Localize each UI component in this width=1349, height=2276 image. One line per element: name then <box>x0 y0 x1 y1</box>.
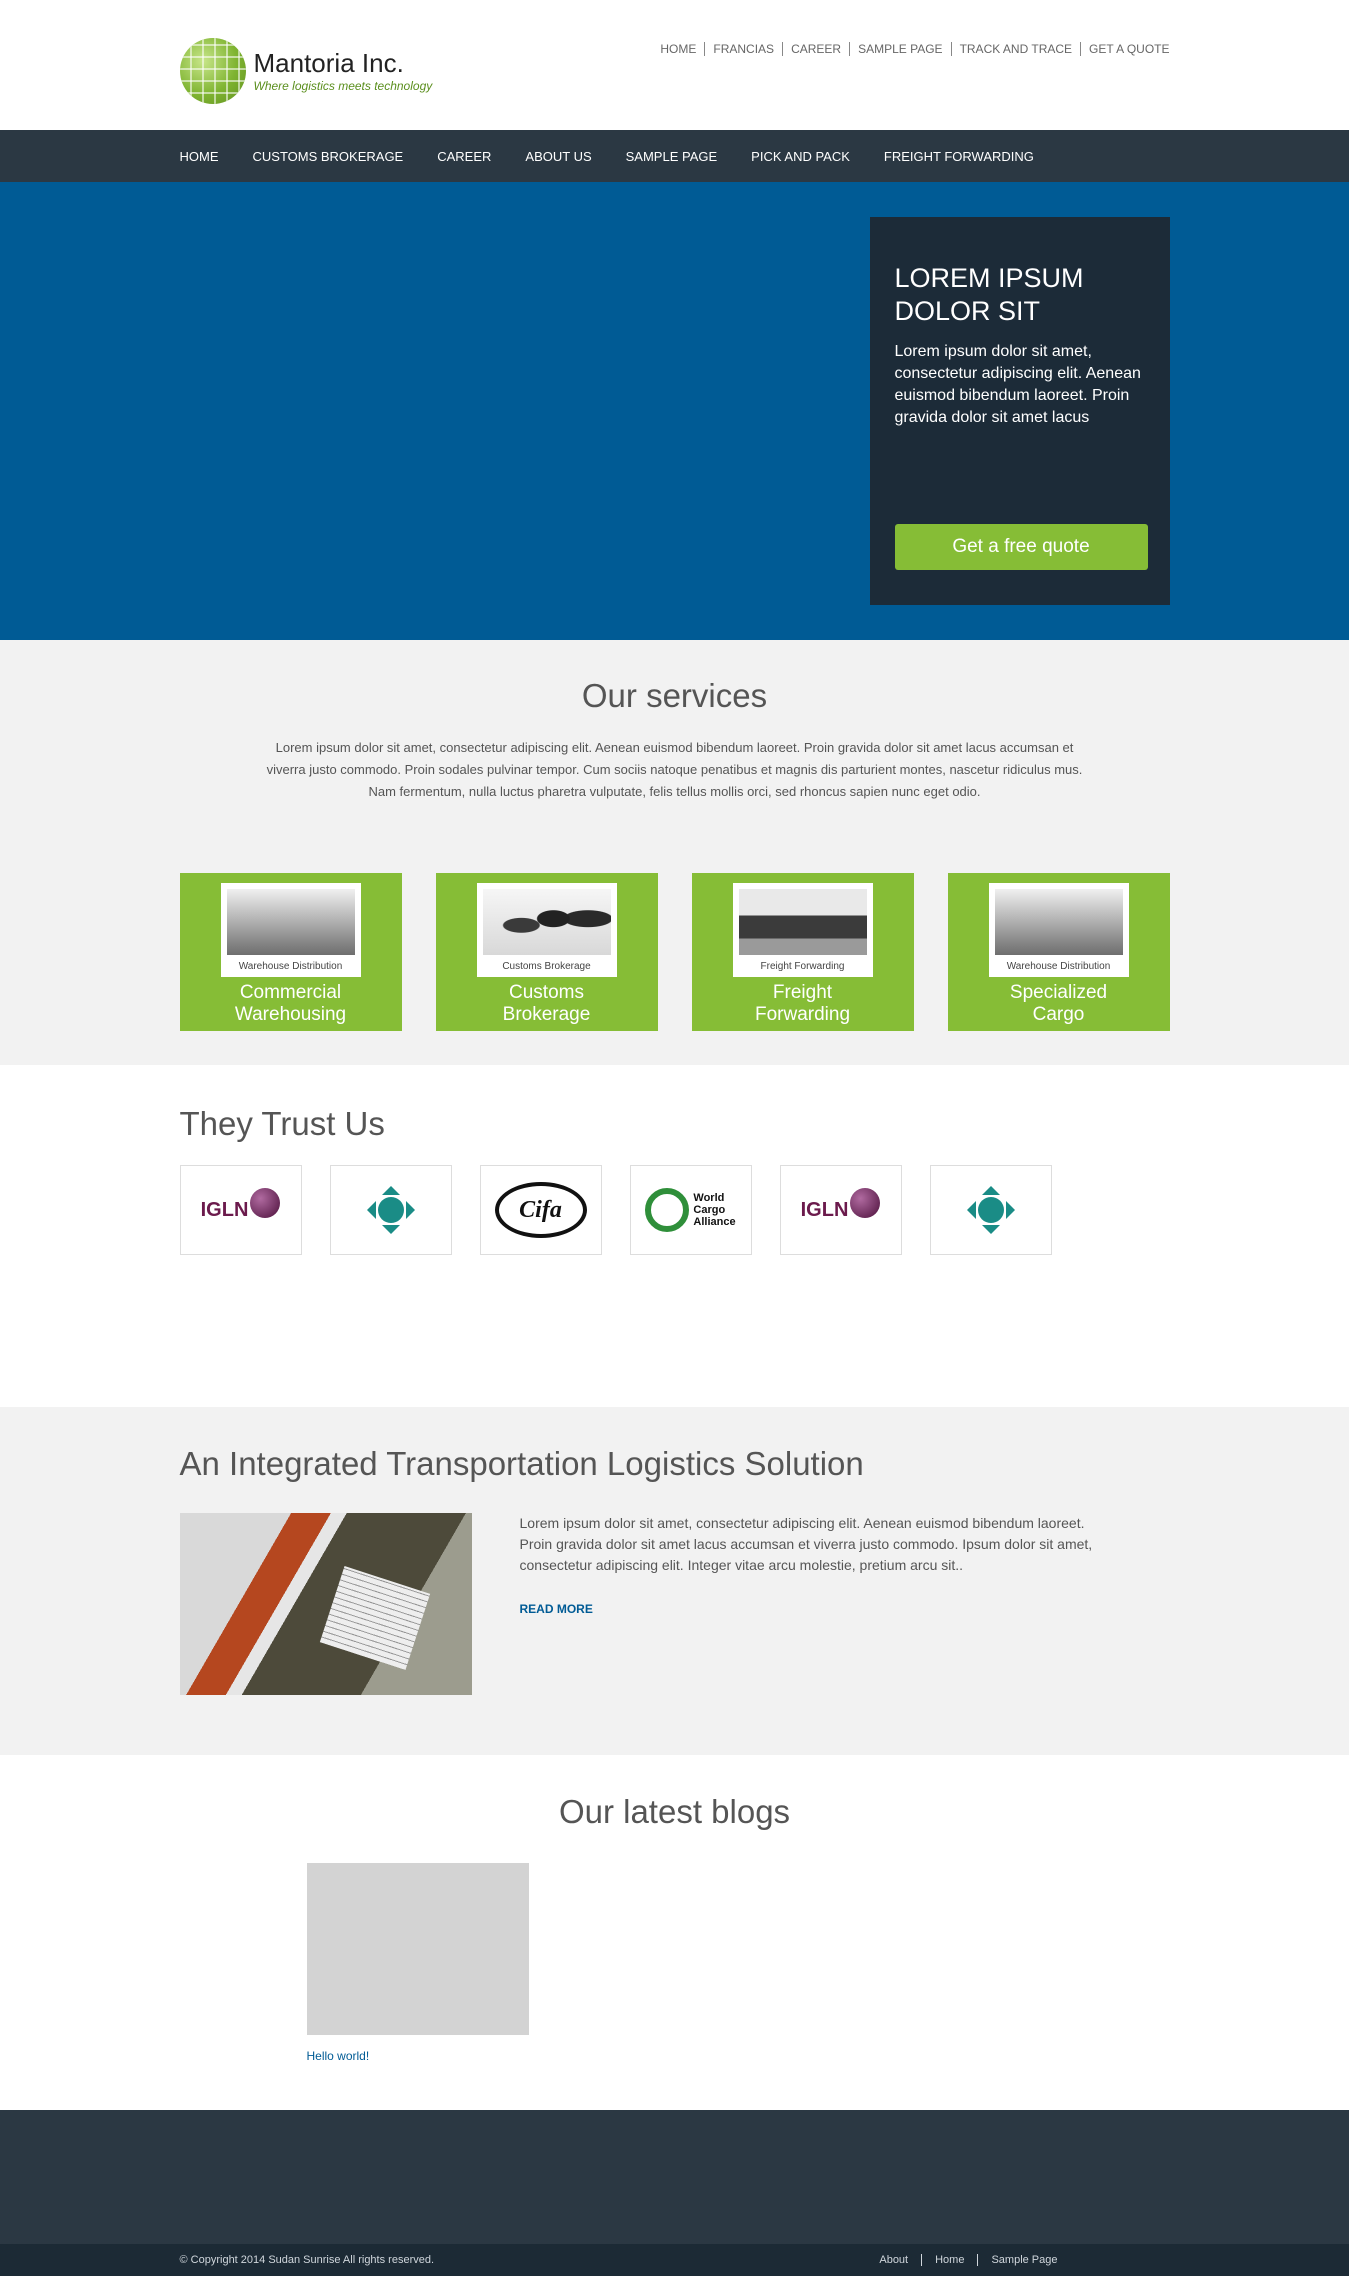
service-thumbnail: Freight Forwarding <box>732 883 873 977</box>
partner-logo-world-cargo-alliance[interactable]: World Cargo Alliance <box>629 1165 752 1255</box>
brand-tagline: Where logistics meets technology <box>253 78 433 93</box>
service-thumbnail-caption: Warehouse Distribution <box>238 961 343 972</box>
hero-callout: LOREM IPSUM DOLOR SIT Lorem ipsum dolor … <box>869 217 1170 605</box>
service-card-specialized-cargo[interactable]: Warehouse Distribution Specialized Cargo <box>947 873 1170 1031</box>
igln-logo-icon: IGLN <box>200 1188 281 1222</box>
blogs-section: Our latest blogs Hello world! <box>0 1755 1349 2110</box>
service-thumbnail-caption: Customs Brokerage <box>502 961 591 972</box>
world-cargo-alliance-logo-icon: World Cargo Alliance <box>645 1188 736 1232</box>
service-card-title-line: Commercial <box>239 982 342 1003</box>
blog-post-thumbnail[interactable] <box>306 1863 529 2035</box>
service-card-title-line: Forwarding <box>754 1004 851 1025</box>
top-nav: HOME FRANCIAS CAREER SAMPLE PAGE TRACK A… <box>652 42 1170 56</box>
service-cards: Warehouse Distribution Commercial Wareho… <box>179 873 1170 1031</box>
service-card-title-line: Brokerage <box>502 1004 591 1025</box>
topnav-home[interactable]: HOME <box>652 42 706 56</box>
clipboard-worker-photo <box>179 1513 472 1695</box>
partner-logo-cifa[interactable]: Cifa <box>479 1165 602 1255</box>
service-thumbnail: Warehouse Distribution <box>220 883 361 977</box>
service-card-title-line: Specialized <box>1009 982 1108 1003</box>
mainnav-sample-page[interactable]: SAMPLE PAGE <box>626 149 718 164</box>
site-footer <box>0 2110 1349 2244</box>
mainnav-customs-brokerage[interactable]: CUSTOMS BROKERAGE <box>253 149 404 164</box>
brand-name: Mantoria Inc. <box>253 47 404 78</box>
service-thumbnail: Warehouse Distribution <box>988 883 1129 977</box>
service-thumbnail: Customs Brokerage <box>476 883 617 977</box>
topnav-career[interactable]: CAREER <box>783 42 851 56</box>
hero-text: Lorem ipsum dolor sit amet, consectetur … <box>894 343 1141 426</box>
partner-logo-globe[interactable] <box>929 1165 1052 1255</box>
service-card-title: Customs Brokerage <box>503 982 591 1026</box>
footer-link-home[interactable]: Home <box>922 2254 979 2266</box>
igln-logo-text: IGLN <box>200 1198 249 1221</box>
partner-logo-igln[interactable]: IGLN <box>179 1165 302 1255</box>
service-card-title-line: Customs <box>509 982 584 1003</box>
partner-logos: IGLN Cifa World Cargo Alliance IGLN <box>179 1165 1170 1255</box>
services-text: Lorem ipsum dolor sit amet, consectetur … <box>266 740 1083 799</box>
igln-logo-icon: IGLN <box>800 1188 881 1222</box>
site-header: Mantoria Inc. Where logistics meets tech… <box>0 0 1349 130</box>
wca-line: Cargo <box>693 1204 726 1216</box>
warehouse-photo <box>994 889 1123 955</box>
igln-logo-text: IGLN <box>800 1198 849 1221</box>
trust-title: They Trust Us <box>179 1105 385 1142</box>
blogs-title: Our latest blogs <box>558 1793 791 1830</box>
brand-logo[interactable]: Mantoria Inc. Where logistics meets tech… <box>179 38 433 104</box>
partner-logo-globe[interactable] <box>329 1165 452 1255</box>
topnav-sample-page[interactable]: SAMPLE PAGE <box>850 42 952 56</box>
service-card-title-line: Warehousing <box>234 1004 347 1025</box>
services-section: Our services Lorem ipsum dolor sit amet,… <box>0 640 1349 1065</box>
service-card-title: Freight Forwarding <box>755 982 850 1026</box>
ship-photo <box>738 889 867 955</box>
mainnav-about-us[interactable]: ABOUT US <box>525 149 591 164</box>
wca-line: Alliance <box>693 1216 736 1228</box>
globe-logo-icon <box>179 38 246 104</box>
copyright-text: © Copyright 2014 Sudan Sunrise All right… <box>179 2254 435 2266</box>
wca-line: World <box>693 1192 725 1204</box>
footer-link-about[interactable]: About <box>866 2254 923 2266</box>
mainnav-freight-forwarding[interactable]: FREIGHT FORWARDING <box>884 149 1034 164</box>
hero-title: LOREM IPSUM DOLOR SIT <box>894 263 1084 326</box>
integrated-text: Lorem ipsum dolor sit amet, consectetur … <box>519 1515 1093 1573</box>
service-thumbnail-caption: Freight Forwarding <box>760 961 845 972</box>
mainnav-home[interactable]: HOME <box>180 149 219 164</box>
warehouse-photo <box>226 889 355 955</box>
service-card-title-line: Freight <box>772 982 833 1003</box>
globe-arrows-logo-icon <box>958 1177 1024 1243</box>
topnav-get-a-quote[interactable]: GET A QUOTE <box>1081 42 1169 56</box>
service-card-freight-forwarding[interactable]: Freight Forwarding Freight Forwarding <box>691 873 914 1031</box>
cifa-logo-icon: Cifa <box>494 1182 587 1238</box>
integrated-title: An Integrated Transportation Logistics S… <box>179 1445 864 1482</box>
service-card-title: Specialized Cargo <box>1010 982 1107 1026</box>
topnav-track-and-trace[interactable]: TRACK AND TRACE <box>952 42 1082 56</box>
services-title: Our services <box>581 677 768 714</box>
blog-post-title-link[interactable]: Hello world! <box>307 2049 370 2063</box>
hero-banner: LOREM IPSUM DOLOR SIT Lorem ipsum dolor … <box>0 182 1349 640</box>
service-card-title-line: Cargo <box>1032 1004 1085 1025</box>
mainnav-pick-and-pack[interactable]: PICK AND PACK <box>751 149 850 164</box>
globe-arrows-logo-icon <box>358 1177 424 1243</box>
integrated-section: An Integrated Transportation Logistics S… <box>0 1407 1349 1755</box>
call-center-photo <box>482 889 611 955</box>
footer-nav: About Home Sample Page <box>866 2254 1169 2266</box>
topnav-francias[interactable]: FRANCIAS <box>705 42 784 56</box>
service-thumbnail-caption: Warehouse Distribution <box>1006 961 1111 972</box>
service-card-title: Commercial Warehousing <box>235 982 346 1026</box>
mainnav-career[interactable]: CAREER <box>437 149 491 164</box>
main-nav: HOME CUSTOMS BROKERAGE CAREER ABOUT US S… <box>0 130 1349 182</box>
service-card-customs-brokerage[interactable]: Customs Brokerage Customs Brokerage <box>435 873 658 1031</box>
service-card-commercial-warehousing[interactable]: Warehouse Distribution Commercial Wareho… <box>179 873 402 1031</box>
blog-post-card: Hello world! <box>306 1863 529 2065</box>
get-free-quote-button[interactable]: Get a free quote <box>894 524 1148 570</box>
footer-link-sample-page[interactable]: Sample Page <box>978 2254 1169 2266</box>
trust-section: They Trust Us IGLN Cifa World Cargo Alli… <box>0 1065 1349 1407</box>
partner-logo-igln[interactable]: IGLN <box>779 1165 902 1255</box>
footer-bottom-bar: © Copyright 2014 Sudan Sunrise All right… <box>0 2244 1349 2276</box>
read-more-link[interactable]: READ MORE <box>520 1602 593 1616</box>
